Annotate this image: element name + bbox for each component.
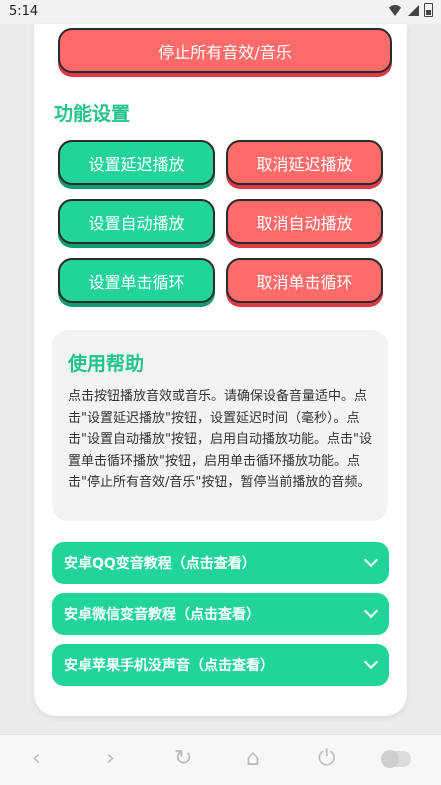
- signal-icon: [408, 4, 419, 16]
- stop-all-button[interactable]: 停止所有音效/音乐: [58, 28, 392, 73]
- help-panel: 使用帮助 点击按钮播放音效或音乐。请确保设备音量适中。点击"设置延迟播放"按钮，…: [52, 330, 388, 521]
- tutorial-qq[interactable]: 安卓QQ变音教程（点击查看）: [52, 542, 389, 584]
- refresh-icon[interactable]: ↻: [174, 748, 192, 770]
- power-icon[interactable]: ⏻: [318, 748, 335, 770]
- tutorial-qq-label: 安卓QQ变音教程（点击查看）: [64, 556, 256, 572]
- set-delay-button[interactable]: 设置延迟播放: [58, 140, 215, 185]
- home-icon[interactable]: ⌂: [246, 748, 260, 770]
- status-bar: 5:14: [0, 0, 441, 24]
- section-title-settings: 功能设置: [54, 103, 131, 125]
- chevron-down-icon: [363, 552, 379, 568]
- set-auto-button[interactable]: 设置自动播放: [58, 199, 215, 244]
- status-icons: [387, 3, 433, 17]
- battery-icon: [424, 3, 433, 17]
- help-text: 点击按钮播放音效或音乐。请确保设备音量适中。点击"设置延迟播放"按钮，设置延迟时…: [68, 389, 372, 490]
- chevron-down-icon: [363, 603, 379, 619]
- wifi-icon: [387, 4, 403, 16]
- cancel-auto-button[interactable]: 取消自动播放: [226, 199, 383, 244]
- help-title: 使用帮助: [68, 353, 145, 375]
- cancel-loop-button[interactable]: 取消单击循环: [226, 258, 383, 303]
- bottom-nav-bar: ‹ › ↻ ⌂ ⏻: [0, 734, 441, 785]
- back-icon[interactable]: ‹: [32, 748, 41, 770]
- tutorial-wechat[interactable]: 安卓微信变音教程（点击查看）: [52, 593, 389, 635]
- cancel-delay-button[interactable]: 取消延迟播放: [226, 140, 383, 185]
- tutorial-apple[interactable]: 安卓苹果手机没声音（点击查看）: [52, 644, 389, 686]
- set-loop-button[interactable]: 设置单击循环: [58, 258, 215, 303]
- tutorial-wechat-label: 安卓微信变音教程（点击查看）: [64, 607, 260, 623]
- status-time: 5:14: [9, 4, 39, 19]
- tutorial-apple-label: 安卓苹果手机没声音（点击查看）: [64, 658, 274, 674]
- chevron-down-icon: [363, 654, 379, 670]
- toggle-switch[interactable]: [381, 750, 411, 768]
- forward-icon[interactable]: ›: [106, 748, 115, 770]
